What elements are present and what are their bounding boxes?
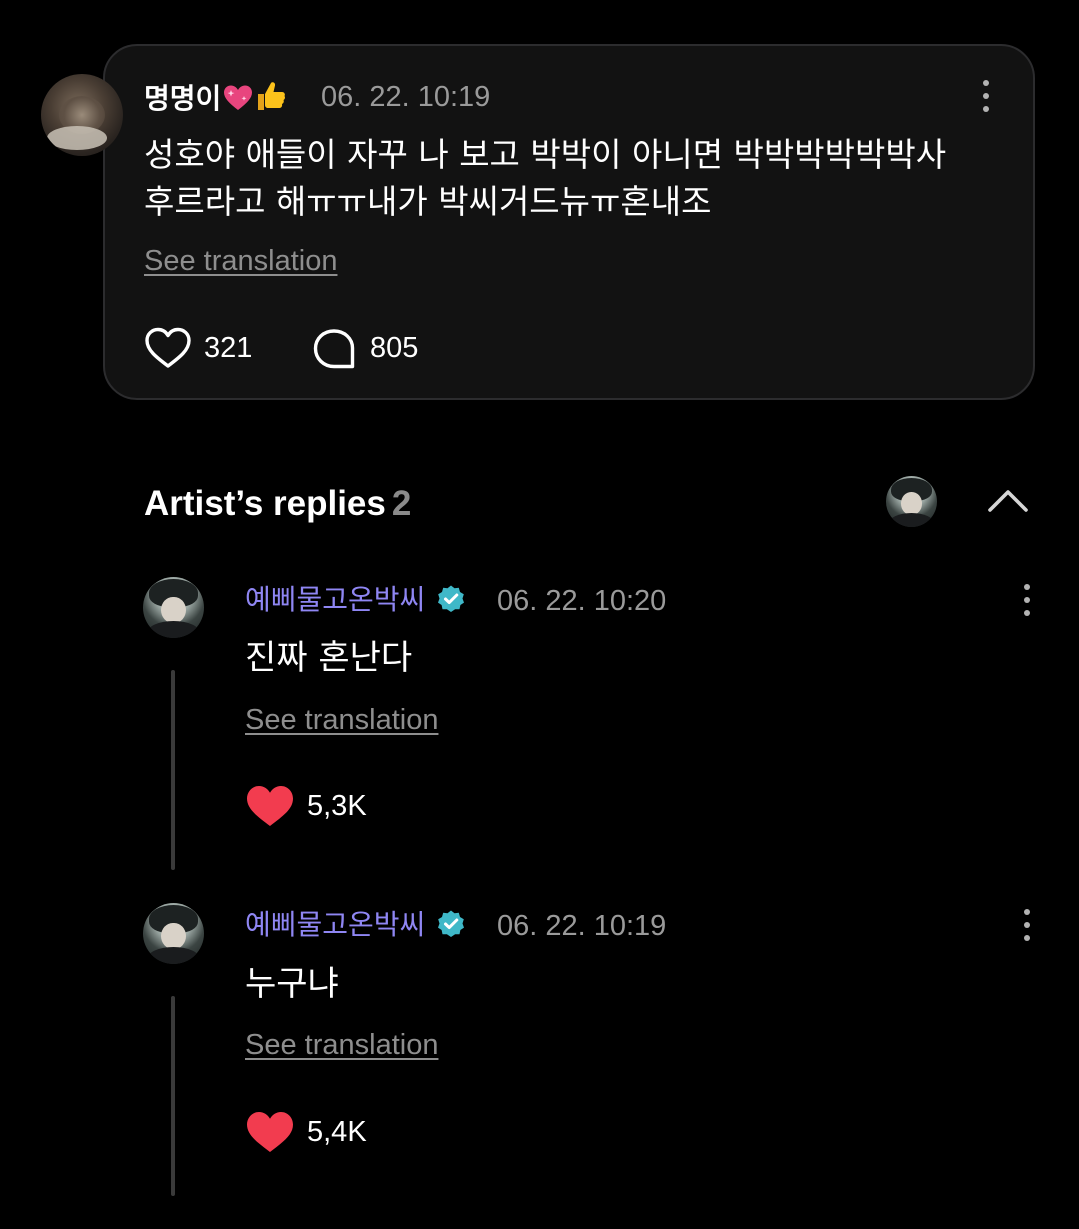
reply-timestamp: 06. 22. 10:19: [497, 910, 667, 942]
thumbs-up-emoji: [255, 80, 287, 120]
reply-author-avatar[interactable]: [143, 577, 204, 638]
reply-text: 진짜 혼난다: [245, 638, 413, 678]
post-comment-count: 805: [370, 332, 419, 364]
chevron-up-icon[interactable]: [987, 488, 1029, 514]
post-timestamp: 06. 22. 10:19: [321, 81, 491, 113]
reply-like-button[interactable]: 5,3K: [245, 782, 385, 830]
reply-author-avatar[interactable]: [143, 903, 204, 964]
post-text-line-2: 후르라고 해ㅠㅠ내가 박씨거드뉴ㅠ혼내조: [144, 182, 712, 221]
artist-replies-heading: Artist’s replies 2: [144, 482, 411, 526]
post-comment-button[interactable]: 805: [312, 324, 432, 372]
reply-text: 누구냐: [245, 964, 339, 1004]
reply-see-translation-link[interactable]: See translation: [245, 702, 438, 738]
reply-more-options-icon[interactable]: [1022, 907, 1032, 943]
verified-badge-icon: [438, 910, 465, 937]
heart-filled-icon: [247, 786, 293, 826]
reply-author-name[interactable]: 예삐물고온박씨: [245, 583, 466, 617]
artist-replies-count: 2: [391, 484, 412, 523]
post-more-options-icon[interactable]: [981, 78, 991, 114]
reply-like-button[interactable]: 5,4K: [245, 1108, 385, 1156]
reply-see-translation-link[interactable]: See translation: [245, 1027, 438, 1063]
post-like-count: 321: [204, 332, 253, 364]
reply-like-count: 5,4K: [307, 1116, 367, 1148]
artist-avatar-small[interactable]: [886, 476, 937, 527]
sparkling-heart-emoji: [223, 84, 253, 120]
post-author-name-text: 명명이: [144, 82, 222, 115]
reply-more-options-icon[interactable]: [1022, 582, 1032, 618]
reply-author-name[interactable]: 예삐물고온박씨: [245, 908, 466, 942]
reply-like-count: 5,3K: [307, 790, 367, 822]
heart-outline-icon: [145, 327, 191, 368]
heart-filled-icon: [247, 1112, 293, 1152]
post-text: 성호야 애들이 자꾸 나 보고 박박이 아니면 박박박박박박사 후르라고 해ㅠㅠ…: [144, 131, 1004, 225]
verified-badge-icon: [438, 585, 465, 612]
reply-thread-line: [171, 996, 175, 1196]
post-author-name[interactable]: 명명이: [144, 80, 287, 120]
post-see-translation-link[interactable]: See translation: [144, 243, 337, 279]
post-author-avatar[interactable]: [41, 74, 123, 156]
artist-replies-title: Artist’s replies: [144, 484, 386, 523]
reply-author-name-text: 예삐물고온박씨: [245, 908, 426, 941]
post-like-button[interactable]: 321: [144, 324, 264, 372]
reply-author-name-text: 예삐물고온박씨: [245, 583, 426, 616]
reply-thread-line: [171, 670, 175, 870]
comment-bubble-icon: [313, 329, 355, 369]
post-text-line-1: 성호야 애들이 자꾸 나 보고 박박이 아니면 박박박박박박사: [144, 135, 947, 174]
reply-timestamp: 06. 22. 10:20: [497, 585, 667, 617]
